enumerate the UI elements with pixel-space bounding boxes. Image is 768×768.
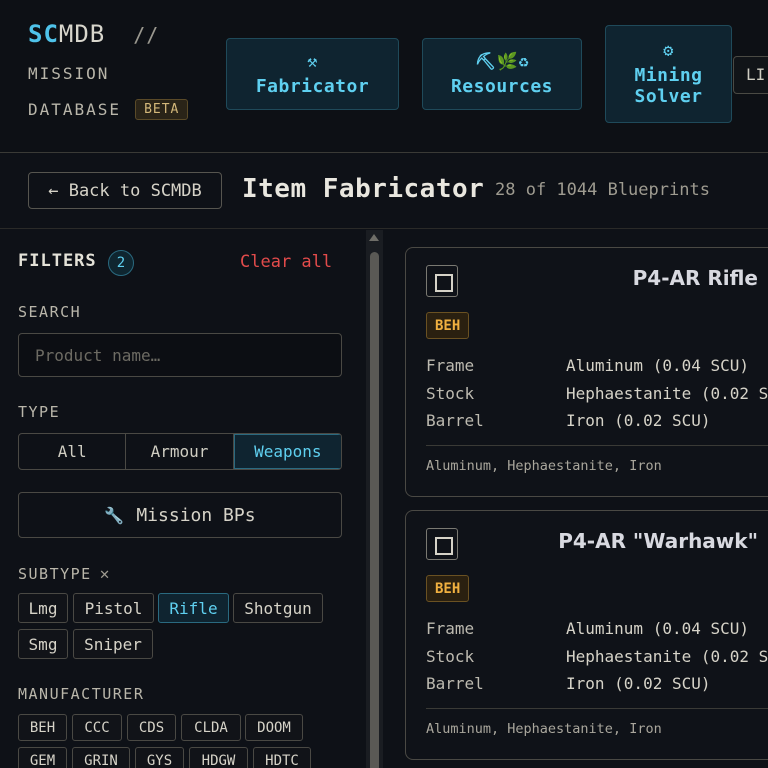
- type-label: TYPE: [18, 403, 61, 421]
- sidebar-scrollbar[interactable]: [366, 230, 383, 768]
- subtype-label: SUBTYPE: [18, 564, 92, 583]
- select-checkbox[interactable]: [426, 528, 458, 560]
- component-part: Stock: [426, 384, 475, 403]
- resources-icon: ⛏🌿♻: [474, 51, 530, 72]
- blueprint-card[interactable]: P4-AR Rifle BEH Frame Aluminum (0.04 SCU)…: [405, 247, 768, 497]
- component-row: Frame Aluminum (0.04 SCU): [426, 619, 749, 638]
- search-label: SEARCH: [18, 303, 82, 321]
- brand-sc: SC: [28, 20, 59, 48]
- manufacturer-chip-grin[interactable]: GRIN: [72, 747, 130, 768]
- nav-mining-solver-button[interactable]: ⚙ Mining Solver: [605, 25, 732, 123]
- subtype-chip-lmg[interactable]: Lmg: [18, 593, 68, 623]
- component-row: Frame Aluminum (0.04 SCU): [426, 356, 749, 375]
- manufacturer-chip-gem[interactable]: GEM: [18, 747, 67, 768]
- back-to-scmdb-button[interactable]: ← Back to SCMDB: [28, 172, 222, 209]
- component-material: Iron (0.02 SCU): [566, 411, 711, 430]
- blueprint-name: P4-AR Rifle: [632, 266, 758, 290]
- subtype-header: SUBTYPE ✕: [18, 564, 111, 583]
- type-option-armour[interactable]: Armour: [126, 434, 234, 469]
- scrollbar-thumb[interactable]: [370, 252, 379, 768]
- blueprint-card[interactable]: P4-AR "Warhawk" BEH Frame Aluminum (0.04 …: [405, 510, 768, 760]
- manufacturer-chip-hdgw[interactable]: HDGW: [189, 747, 248, 768]
- subtype-chip-sniper[interactable]: Sniper: [73, 629, 153, 659]
- manufacturer-chip-ccc[interactable]: CCC: [72, 714, 122, 741]
- component-row: Stock Hephaestanite (0.02 SCU): [426, 647, 768, 666]
- clear-subtype-icon[interactable]: ✕: [100, 564, 111, 583]
- materials-summary: Aluminum, Hephaestanite, Iron: [426, 721, 662, 737]
- component-material: Aluminum (0.04 SCU): [566, 356, 750, 375]
- active-filters-count: 2: [108, 250, 134, 276]
- component-part: Barrel: [426, 674, 484, 693]
- component-material: Iron (0.02 SCU): [566, 674, 711, 693]
- component-part: Stock: [426, 647, 475, 666]
- component-part: Frame: [426, 619, 475, 638]
- component-row: Stock Hephaestanite (0.02 SCU): [426, 384, 768, 403]
- nav-resources-button[interactable]: ⛏🌿♻ Resources: [422, 38, 582, 110]
- mission-bps-button[interactable]: 🔧 Mission BPs: [18, 492, 342, 538]
- manufacturer-badge: BEH: [426, 312, 470, 339]
- type-option-all[interactable]: All: [19, 434, 127, 469]
- manufacturer-chip-hdtc[interactable]: HDTC: [253, 747, 311, 768]
- manufacturer-chip-gys[interactable]: GYS: [135, 747, 184, 768]
- brand-mdb: MDB: [58, 20, 106, 48]
- clear-all-filters-button[interactable]: Clear all: [240, 252, 332, 272]
- manufacturer-chip-cds[interactable]: CDS: [127, 714, 176, 741]
- nav-overflow-button[interactable]: LI: [733, 56, 768, 94]
- nav-fabricator-label: Fabricator: [255, 75, 370, 97]
- component-row: Barrel Iron (0.02 SCU): [426, 674, 711, 693]
- filters-sidebar: FILTERS 2 Clear all SEARCH TYPE All Armo…: [0, 230, 366, 768]
- mission-bps-label: Mission BPs: [136, 504, 256, 526]
- card-divider: [426, 445, 768, 446]
- brand-database-label: DATABASE: [28, 100, 122, 119]
- manufacturer-chip-doom[interactable]: DOOM: [245, 714, 303, 741]
- component-material: Hephaestanite (0.02 SCU): [566, 647, 768, 666]
- type-segmented-control: All Armour Weapons: [18, 433, 342, 470]
- nav-resources-label: Resources: [450, 75, 554, 97]
- brand-slash: //: [133, 23, 160, 47]
- manufacturer-chip-beh[interactable]: BEH: [18, 714, 67, 741]
- card-divider: [426, 708, 768, 709]
- wrench-icon: 🔧: [104, 505, 125, 525]
- component-part: Barrel: [426, 411, 484, 430]
- nav-mining-label-1: Mining: [634, 65, 703, 86]
- blueprint-list: P4-AR Rifle BEH Frame Aluminum (0.04 SCU)…: [384, 230, 768, 768]
- materials-summary: Aluminum, Hephaestanite, Iron: [426, 458, 662, 474]
- select-checkbox[interactable]: [426, 265, 458, 297]
- search-input[interactable]: [18, 333, 342, 377]
- brand-subtitle-database: DATABASE BETA: [28, 99, 189, 120]
- blueprint-name: P4-AR "Warhawk": [558, 529, 758, 553]
- component-row: Barrel Iron (0.02 SCU): [426, 411, 711, 430]
- brand-logo[interactable]: SCMDB // MISSION DATABASE BETA: [28, 20, 189, 120]
- brand-wordmark: SCMDB //: [28, 20, 188, 54]
- page-toolbar: ← Back to SCMDB Item Fabricator 28 of 10…: [0, 153, 768, 229]
- component-material: Aluminum (0.04 SCU): [566, 619, 750, 638]
- component-material: Hephaestanite (0.02 SCU): [566, 384, 768, 403]
- subtype-chip-shotgun[interactable]: Shotgun: [233, 593, 323, 623]
- page-title: Item Fabricator: [242, 174, 485, 204]
- blueprint-count: 28 of 1044 Blueprints: [495, 180, 710, 200]
- nav-mining-label-2: Solver: [634, 86, 703, 107]
- hammer-pick-icon: ⚒: [307, 51, 318, 72]
- gear-icon: ⚙: [663, 41, 674, 61]
- subtype-chip-rifle[interactable]: Rifle: [158, 593, 229, 623]
- manufacturer-chip-clda[interactable]: CLDA: [181, 714, 241, 741]
- component-part: Frame: [426, 356, 475, 375]
- manufacturer-badge: BEH: [426, 575, 470, 602]
- subtype-chip-smg[interactable]: Smg: [18, 629, 68, 659]
- manufacturer-label: MANUFACTURER: [18, 685, 145, 703]
- type-option-weapons[interactable]: Weapons: [233, 434, 341, 469]
- nav-fabricator-button[interactable]: ⚒ Fabricator: [226, 38, 399, 110]
- subtype-chip-pistol[interactable]: Pistol: [73, 593, 154, 623]
- scroll-up-arrow-icon[interactable]: [369, 234, 379, 241]
- filters-title: FILTERS: [18, 251, 97, 271]
- app-header: SCMDB // MISSION DATABASE BETA ⚒ Fabricat…: [0, 0, 768, 153]
- brand-subtitle-mission: MISSION: [28, 64, 110, 83]
- beta-badge: BETA: [135, 99, 189, 120]
